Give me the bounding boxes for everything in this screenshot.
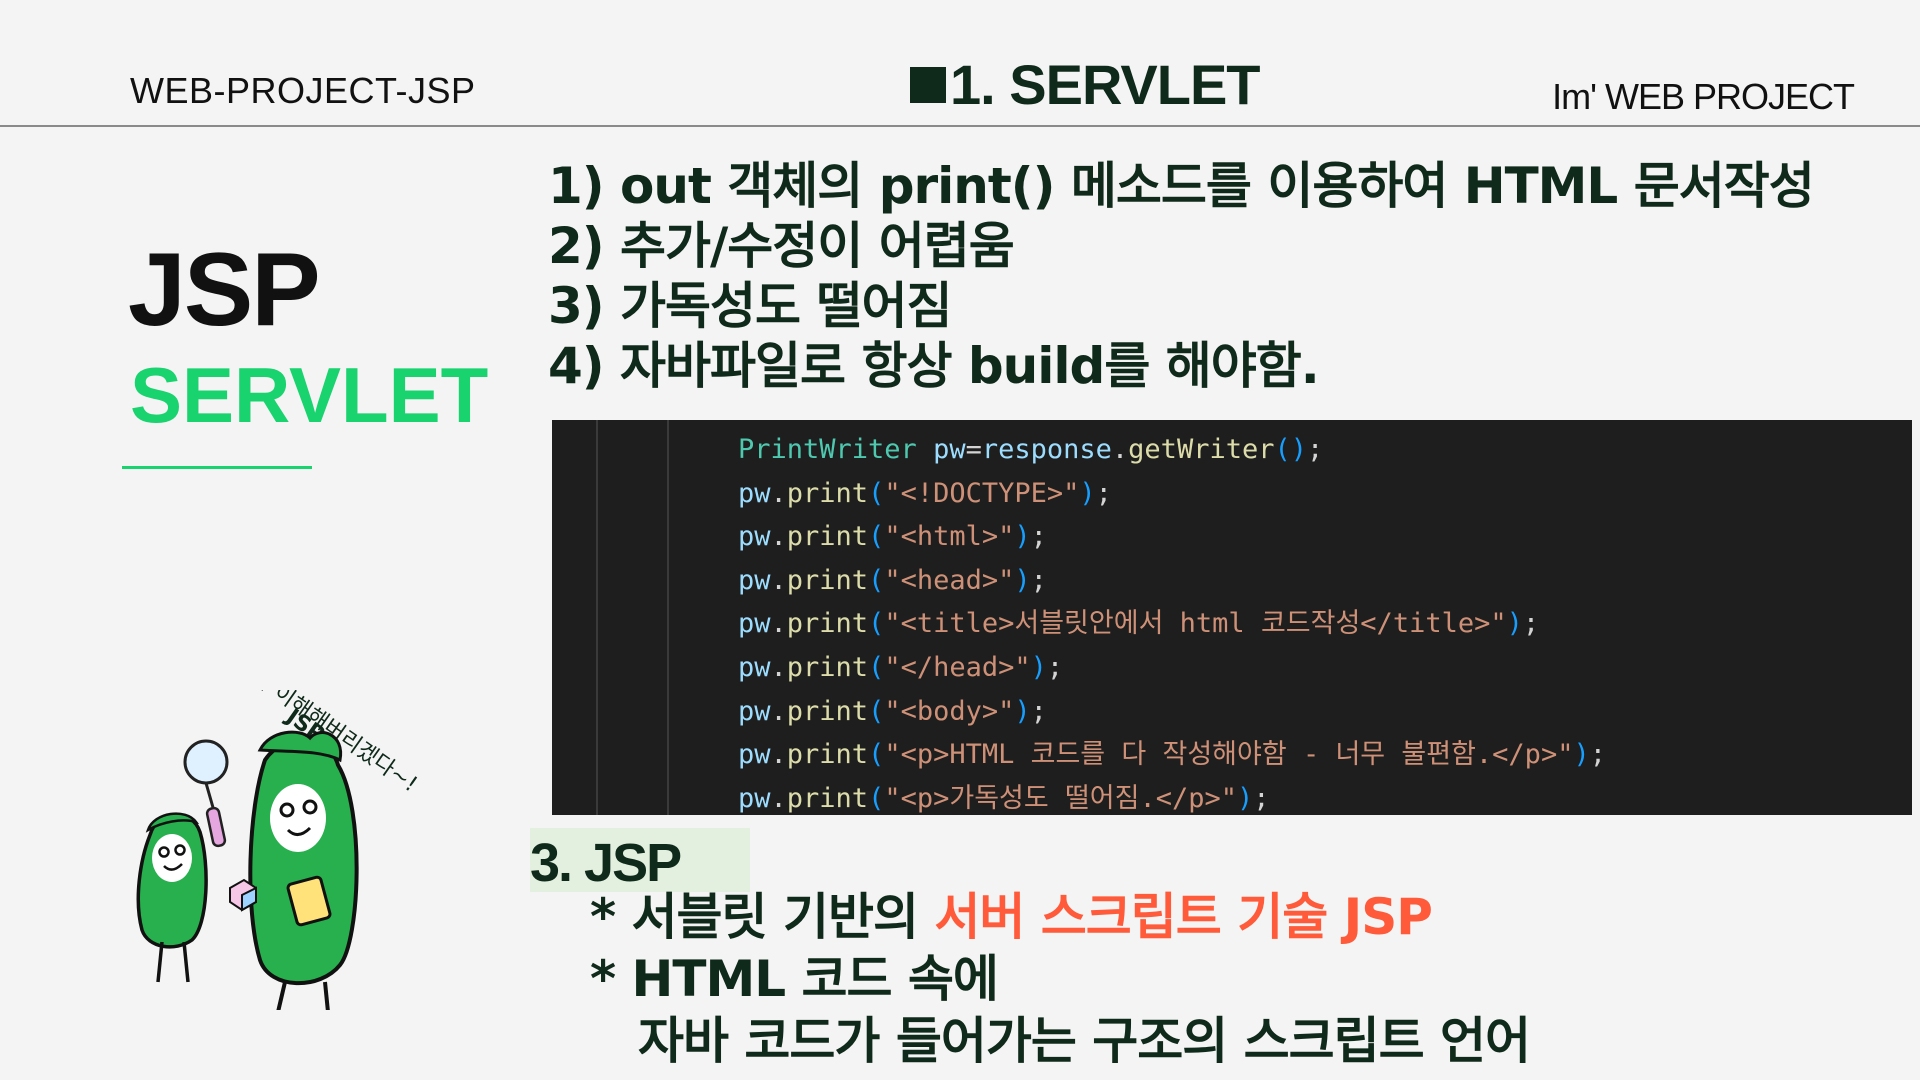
code-line: pw.print("<head>");: [738, 564, 1047, 596]
code-line: PrintWriter pw=response.getWriter();: [738, 434, 1324, 465]
mascot-characters-icon: JSP 다 이해해버리겠다~!: [136, 664, 422, 1013]
code-line: pw.print("</head>");: [738, 651, 1064, 683]
header-divider: [0, 125, 1920, 127]
code-line: pw.print("<!DOCTYPE>");: [738, 477, 1112, 509]
code-line: pw.print("<title>서블릿안에서 html 코드작성</title…: [738, 608, 1540, 640]
code-screenshot: PrintWriter pw=response.getWriter(); pw.…: [552, 420, 1912, 815]
bullet-accent-text: 서버 스크립트 기술 JSP: [934, 888, 1432, 946]
bullet-line: 자바 코드가 들어가는 구조의 스크립트 언어: [638, 1012, 1531, 1070]
sidebar-underline: [122, 466, 312, 469]
header-section-title: 1. SERVLET: [910, 52, 1261, 117]
bullet-line: * HTML 코드 속에: [590, 950, 999, 1008]
sidebar-subtitle: SERVLET: [130, 351, 489, 439]
character-illustration: JSP 다 이해해버리겠다~!: [130, 664, 510, 1013]
section3-label-text: 3. JSP: [530, 833, 682, 893]
point-item: 1) out 객체의 print() 메소드를 이용하여 HTML 문서작성: [548, 157, 1815, 215]
header-project-name: WEB-PROJECT-JSP: [130, 70, 476, 111]
indent-guide: [596, 420, 598, 815]
code-line: pw.print("<p>가독성도 떨어짐.</p>");: [738, 782, 1270, 814]
point-item: 3) 가독성도 떨어짐: [548, 277, 952, 335]
bullet-text: * 서블릿 기반의: [590, 888, 935, 946]
code-line: pw.print("<html>");: [738, 521, 1047, 553]
point-item: 2) 추가/수정이 어렵움: [548, 217, 1015, 275]
code-block: PrintWriter pw=response.getWriter(); pw.…: [738, 428, 1606, 815]
section3-label: 3. JSP: [530, 828, 750, 893]
jsp-bullets: * 서블릿 기반의 서버 스크립트 기술 JSP * HTML 코드 속에 자바…: [590, 886, 1531, 1072]
bullet-line: * 서블릿 기반의 서버 스크립트 기술 JSP: [590, 886, 1530, 948]
point-item: 4) 자바파일로 항상 build를 해야함.: [548, 337, 1320, 395]
section-title-text: 1. SERVLET: [950, 53, 1261, 116]
code-line: pw.print("<body>");: [738, 695, 1047, 727]
sidebar-title: JSP: [128, 232, 321, 348]
indent-guide: [667, 420, 669, 815]
code-line: pw.print("<p>HTML 코드를 다 작성해야함 - 너무 불편함.<…: [738, 739, 1606, 771]
square-bullet-icon: [910, 66, 946, 103]
header-brand: Im' WEB PROJECT: [1552, 76, 1855, 117]
servlet-points-list: 1) out 객체의 print() 메소드를 이용하여 HTML 문서작성 2…: [548, 156, 1815, 396]
